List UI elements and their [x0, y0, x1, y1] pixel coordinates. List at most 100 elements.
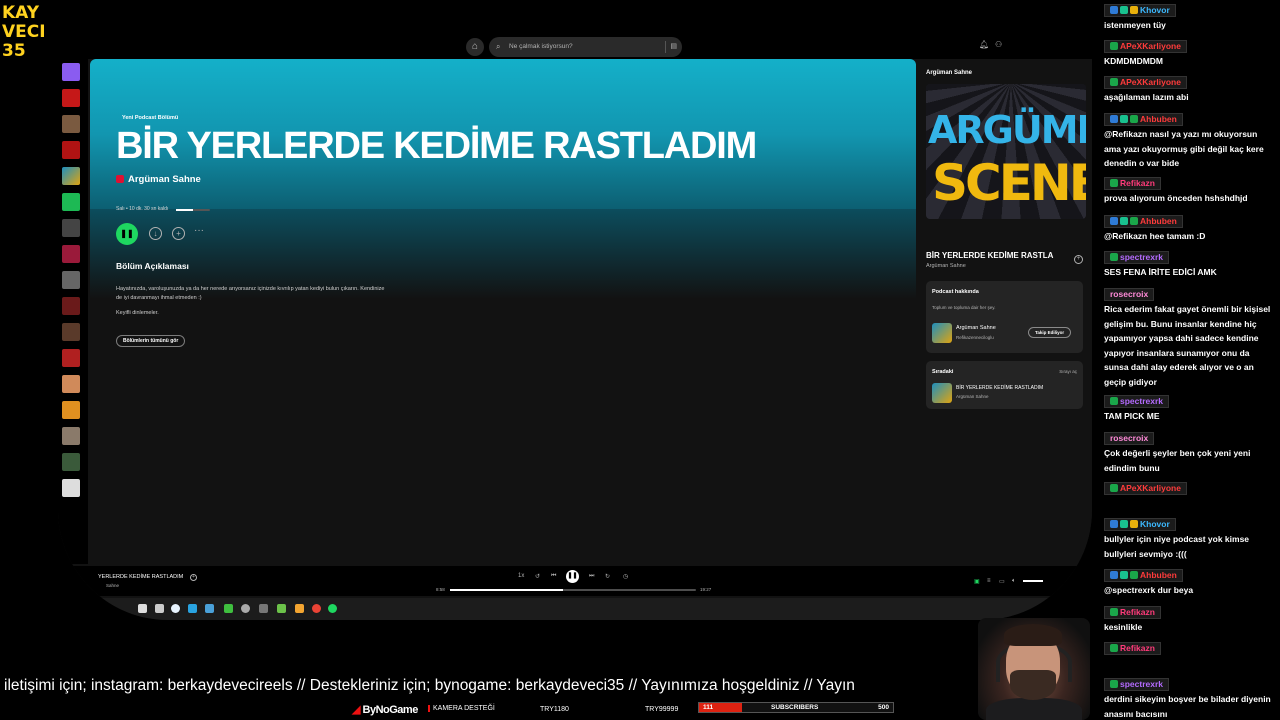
podcast-cover: ARGÜMEN SCENE [926, 84, 1086, 219]
podcast-thumbnail [932, 323, 952, 343]
forward-icon[interactable]: ↻ [605, 573, 610, 580]
library-item[interactable] [62, 219, 80, 237]
taskbar-app-icon[interactable] [224, 604, 233, 613]
donation-goal: TRY99999 [645, 706, 679, 713]
taskbar-app-icon[interactable] [277, 604, 286, 613]
taskbar-app-icon[interactable] [241, 604, 250, 613]
chat-text: SES FENA İRİTE EDİCİ AMK [1104, 267, 1217, 277]
chat-username[interactable]: Refikazn [1104, 177, 1161, 190]
now-playing-subtitle[interactable]: Sahne [106, 583, 119, 588]
library-item[interactable] [62, 453, 80, 471]
taskbar-app-icon[interactable] [205, 604, 214, 613]
chat-message: Ahbuben @Refikazn nasıl ya yazı mı okuyor… [1104, 109, 1276, 171]
library-item[interactable] [62, 115, 80, 133]
library-item[interactable] [62, 297, 80, 315]
add-icon[interactable]: + [1074, 255, 1083, 264]
taskbar-app-icon[interactable] [295, 604, 304, 613]
open-queue-link[interactable]: Sırayı aç [1059, 369, 1077, 374]
volume-icon[interactable]: 🔈︎ [1012, 578, 1016, 585]
library-item[interactable] [62, 141, 80, 159]
chat-username[interactable]: Ahbuben [1104, 569, 1183, 582]
liked-songs-icon[interactable] [62, 63, 80, 81]
playback-progress[interactable] [450, 589, 696, 591]
download-icon[interactable]: ↓ [149, 227, 162, 240]
chat-username[interactable]: spectrexrk [1104, 678, 1170, 691]
chat-username[interactable]: spectrexrk [1104, 251, 1170, 264]
taskbar-app-icon[interactable] [155, 604, 164, 613]
taskbar-app-icon[interactable] [259, 604, 268, 613]
bell-icon[interactable]: 🔔︎ [979, 40, 989, 49]
chat-text: bullyler için niye podcast yok kimse bul… [1104, 534, 1250, 559]
taskbar-app-icon[interactable] [171, 604, 180, 613]
pause-button[interactable]: ❚❚ [566, 570, 579, 583]
taskbar-app-icon[interactable] [188, 604, 197, 613]
follow-button[interactable]: Takip Ediliyor [1028, 327, 1072, 338]
search-placeholder: Ne çalmak istiyorsun? [509, 43, 573, 50]
os-taskbar [58, 598, 1092, 620]
user-badge-icon [1110, 179, 1118, 187]
stream-frame: KAY VECI 35 ⌂ ⌕ Ne çalmak istiyorsun? ▤ … [0, 0, 1280, 720]
user-badge-icon [1110, 217, 1118, 225]
chat-username[interactable]: APeXKarliyone [1104, 76, 1187, 89]
library-item[interactable] [62, 323, 80, 341]
pause-button[interactable]: ❚❚ [116, 223, 138, 245]
panel-subtitle[interactable]: Argüman Sahne [926, 263, 966, 269]
chat-message: APeXKarliyone [1104, 478, 1276, 496]
more-options-icon[interactable]: ··· [194, 225, 204, 236]
library-item[interactable] [62, 349, 80, 367]
volume-slider[interactable] [1023, 580, 1043, 582]
chat-username[interactable]: rosecroix [1104, 288, 1155, 301]
chat-username[interactable]: Ahbuben [1104, 215, 1183, 228]
library-item[interactable] [62, 427, 80, 445]
library-item[interactable] [62, 401, 80, 419]
chat-message: APeXKarliyone KDMDMDMDM [1104, 36, 1276, 69]
bynogame-logo: ◢ ByNoGame [352, 704, 418, 716]
taskbar-app-icon[interactable] [138, 604, 147, 613]
elapsed-time: 8:58 [436, 587, 445, 592]
search-icon: ⌕ [496, 42, 501, 51]
device-icon[interactable]: ▭ [999, 578, 1005, 585]
chat-username[interactable]: APeXKarliyone [1104, 482, 1187, 495]
chat-message: Refikazn kesinlikle [1104, 602, 1276, 635]
now-playing-title[interactable]: YERLERDE KEDİME RASTLADIM [98, 574, 183, 580]
user-badge-icon [1120, 217, 1128, 225]
user-badge-icon [1110, 680, 1118, 688]
taskbar-app-icon[interactable] [312, 604, 321, 613]
donation-value: TRY1180 [540, 706, 569, 713]
library-item[interactable] [62, 245, 80, 263]
chat-username[interactable]: Refikazn [1104, 606, 1161, 619]
chat-username[interactable]: Khovor [1104, 4, 1176, 17]
library-item[interactable] [62, 89, 80, 107]
friends-icon[interactable]: ⚇ [995, 40, 1002, 49]
playback-speed[interactable]: 1x [518, 573, 524, 579]
library-item[interactable] [62, 167, 80, 185]
chat-username[interactable]: spectrexrk [1104, 395, 1170, 408]
chat-text: KDMDMDMDM [1104, 56, 1164, 66]
chat-username[interactable]: Ahbuben [1104, 113, 1183, 126]
chat-username[interactable]: Khovor [1104, 518, 1176, 531]
home-icon[interactable]: ⌂ [466, 38, 484, 56]
stream-ticker: iletişimi için; instagram: berkaydevecir… [4, 677, 855, 694]
previous-icon[interactable]: ⏮︎ [551, 573, 556, 580]
chat-username[interactable]: Refikazn [1104, 642, 1161, 655]
panel-title[interactable]: BİR YERLERDE KEDİME RASTLA [926, 251, 1076, 260]
now-playing-view-icon[interactable]: ▣ [974, 578, 980, 585]
add-icon[interactable]: + [190, 574, 197, 581]
spotify-taskbar-icon[interactable] [328, 604, 337, 613]
library-sidebar [58, 59, 88, 564]
search-input[interactable]: ⌕ Ne çalmak istiyorsun? ▤ [489, 37, 682, 57]
queue-icon[interactable]: ≡ [987, 578, 991, 584]
chat-username[interactable]: rosecroix [1104, 432, 1155, 445]
library-item[interactable] [62, 271, 80, 289]
library-item[interactable] [62, 375, 80, 393]
library-item[interactable] [62, 193, 80, 211]
chat-username[interactable]: APeXKarliyone [1104, 40, 1187, 53]
library-item[interactable] [62, 479, 80, 497]
browse-icon[interactable]: ▤ [665, 41, 677, 53]
add-icon[interactable]: + [172, 227, 185, 240]
next-icon[interactable]: ⏭︎ [589, 573, 594, 580]
rewind-icon[interactable]: ↺ [535, 573, 540, 580]
sleep-timer-icon[interactable]: ◷ [623, 573, 628, 580]
show-link[interactable]: Argüman Sahne [116, 174, 201, 185]
all-episodes-button[interactable]: Bölümlerin tümünü gör [116, 335, 186, 347]
